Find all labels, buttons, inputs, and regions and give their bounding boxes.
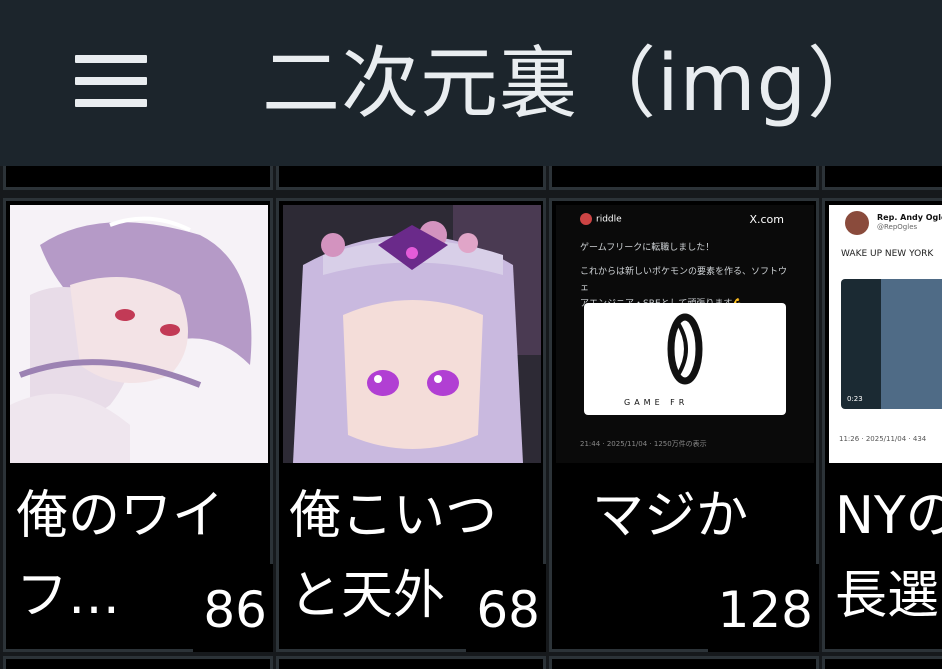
- thread-card-partial[interactable]: [822, 166, 942, 190]
- anime-girl-image: [10, 205, 268, 463]
- thread-card[interactable]: 86 俺のワイ フ…: [3, 198, 273, 652]
- game-freak-logo: GAME FR: [624, 313, 703, 407]
- tweet-meta: 21:44 · 2025/11/04 · 1250万件の表示: [580, 440, 707, 448]
- thread-thumbnail: [10, 205, 268, 463]
- thread-card-partial[interactable]: [276, 656, 546, 669]
- thread-thumbnail: riddle X.com ゲームフリークに転職しました！ これからは新しいポケモ…: [556, 205, 814, 463]
- tweet-meta: 11:26 · 2025/11/04 · 434: [839, 435, 927, 443]
- thread-card-partial[interactable]: [549, 656, 819, 669]
- thread-caption: NYの 長選: [835, 486, 942, 626]
- avatar: [845, 211, 869, 235]
- thread-caption: 俺こいつ と天外: [289, 486, 498, 626]
- tweet-body: WAKE UP NEW YORK: [841, 249, 934, 259]
- thread-card[interactable]: Rep. Andy Ogles @RepOgles WAKE UP NEW YO…: [822, 198, 942, 652]
- thread-card[interactable]: riddle X.com ゲームフリークに転職しました！ これからは新しいポケモ…: [549, 198, 819, 652]
- thread-card-partial[interactable]: [3, 166, 273, 190]
- thread-card-partial[interactable]: [276, 166, 546, 190]
- tweet-site: X.com: [749, 213, 784, 226]
- thread-card-partial[interactable]: [3, 656, 273, 669]
- thread-card-partial[interactable]: [549, 166, 819, 190]
- tweet-image: GAME FR: [584, 303, 786, 415]
- app-header: 二次元裏（img）: [0, 0, 942, 166]
- thread-grid: 86 俺のワイ フ… 68 俺こいつ と天外 riddle X.com ゲームフ…: [0, 166, 942, 669]
- tweet-video: 0:23: [841, 279, 942, 409]
- anime-girl-image: [283, 205, 541, 463]
- tweet-account: Rep. Andy Ogles: [877, 213, 942, 222]
- tweet-account: riddle: [580, 213, 622, 225]
- svg-text:GAME FR: GAME FR: [624, 398, 688, 407]
- thread-caption: 俺のワイ フ…: [16, 486, 225, 626]
- thread-thumbnail: [283, 205, 541, 463]
- thread-card-partial[interactable]: [822, 656, 942, 669]
- page-title: 二次元裏（img）: [262, 39, 887, 129]
- tweet-handle: @RepOgles: [877, 223, 918, 231]
- thread-thumbnail: Rep. Andy Ogles @RepOgles WAKE UP NEW YO…: [829, 205, 942, 463]
- hamburger-menu-icon[interactable]: [75, 55, 147, 107]
- thread-card[interactable]: 68 俺こいつ と天外: [276, 198, 546, 652]
- tweet-body: ゲームフリークに転職しました！ これからは新しいポケモンの要素を作る、ソフトウェ…: [580, 243, 788, 309]
